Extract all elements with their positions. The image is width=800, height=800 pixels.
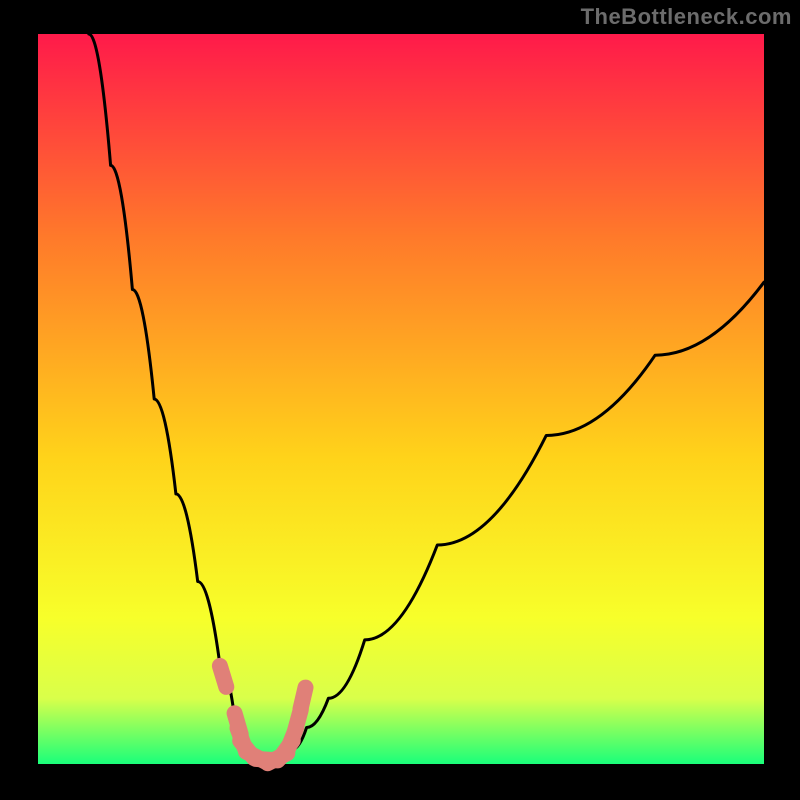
plot-area xyxy=(38,34,764,764)
marker-dot xyxy=(220,666,226,687)
chart-svg xyxy=(0,0,800,800)
chart-stage: TheBottleneck.com xyxy=(0,0,800,800)
attribution-label: TheBottleneck.com xyxy=(581,4,792,30)
marker-dot xyxy=(301,688,306,709)
